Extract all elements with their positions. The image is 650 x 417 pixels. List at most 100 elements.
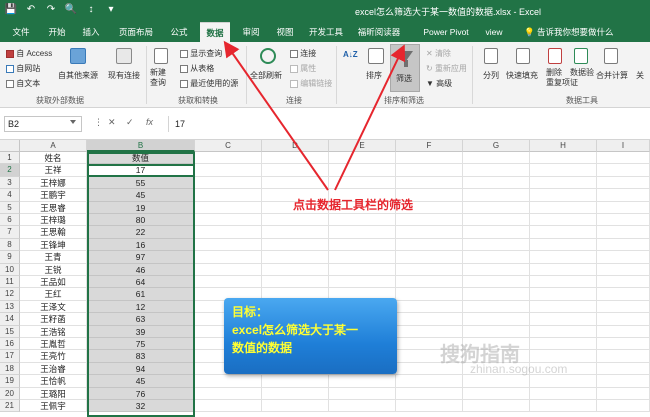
name-cell[interactable]: 王佩宇 xyxy=(20,400,87,413)
row-header[interactable]: 21 xyxy=(0,400,20,413)
empty-cell[interactable] xyxy=(597,164,650,177)
empty-cell[interactable] xyxy=(195,201,262,214)
empty-cell[interactable] xyxy=(463,288,530,301)
empty-cell[interactable] xyxy=(396,387,463,400)
tab-view[interactable]: 视图 xyxy=(272,22,298,42)
empty-cell[interactable] xyxy=(463,201,530,214)
filter-button[interactable]: 筛选 xyxy=(390,44,420,92)
empty-cell[interactable] xyxy=(396,176,463,190)
empty-cell[interactable] xyxy=(597,214,650,227)
name-cell[interactable]: 王恰帆 xyxy=(20,375,87,388)
row-header[interactable]: 14 xyxy=(0,313,20,326)
empty-cell[interactable] xyxy=(530,338,597,351)
empty-cell[interactable] xyxy=(597,300,650,314)
empty-cell[interactable] xyxy=(463,164,530,177)
flash-fill-button[interactable]: 快速填充 xyxy=(506,70,538,81)
empty-cell[interactable] xyxy=(195,387,262,400)
sort-az-icon[interactable]: A↓Z xyxy=(343,50,358,59)
row-header[interactable]: 19 xyxy=(0,375,20,388)
empty-cell[interactable] xyxy=(597,238,650,252)
empty-cell[interactable] xyxy=(463,251,530,264)
other-sources-button[interactable]: 自其他来源 xyxy=(58,70,98,81)
row-header[interactable]: 6 xyxy=(0,214,20,227)
empty-cell[interactable] xyxy=(530,313,597,326)
value-cell[interactable]: 75 xyxy=(87,338,195,351)
empty-cell[interactable] xyxy=(463,276,530,289)
row-header[interactable]: 8 xyxy=(0,238,20,252)
value-cell[interactable]: 83 xyxy=(87,350,195,363)
formula-input[interactable]: 17 xyxy=(168,116,646,132)
empty-cell[interactable] xyxy=(195,164,262,177)
empty-cell[interactable] xyxy=(195,251,262,264)
empty-cell[interactable] xyxy=(262,152,329,165)
row-header[interactable]: 18 xyxy=(0,362,20,376)
empty-cell[interactable] xyxy=(262,251,329,264)
empty-cell[interactable] xyxy=(463,300,530,314)
empty-cell[interactable] xyxy=(195,214,262,227)
empty-cell[interactable] xyxy=(195,152,262,165)
empty-cell[interactable] xyxy=(530,263,597,276)
empty-cell[interactable] xyxy=(463,189,530,202)
undo-icon[interactable]: ↶ xyxy=(24,3,38,17)
value-cell[interactable]: 39 xyxy=(87,325,195,338)
row-header[interactable]: 10 xyxy=(0,263,20,276)
empty-cell[interactable] xyxy=(530,152,597,165)
empty-cell[interactable] xyxy=(262,214,329,227)
empty-cell[interactable] xyxy=(329,226,396,239)
empty-cell[interactable] xyxy=(530,176,597,190)
row-header[interactable]: 15 xyxy=(0,325,20,338)
tab-review[interactable]: 审阅 xyxy=(238,22,264,42)
empty-cell[interactable] xyxy=(530,325,597,338)
empty-cell[interactable] xyxy=(262,276,329,289)
from-web-button[interactable]: 自网站 xyxy=(6,63,40,74)
advanced-filter-button[interactable]: ▼ 高级 xyxy=(426,78,452,89)
empty-cell[interactable] xyxy=(329,400,396,413)
sort-icon[interactable]: ↕ xyxy=(84,3,98,17)
new-query-button[interactable]: 新建 查询 xyxy=(150,68,166,88)
from-table-button[interactable]: 从表格 xyxy=(180,63,214,74)
consolidate-button[interactable]: 合并计算 xyxy=(596,70,628,81)
value-cell[interactable]: 97 xyxy=(87,251,195,264)
name-cell[interactable]: 王鹏宇 xyxy=(20,189,87,202)
empty-cell[interactable] xyxy=(530,400,597,413)
relationships-button[interactable]: 关 xyxy=(636,70,644,81)
row-header[interactable]: 12 xyxy=(0,288,20,301)
empty-cell[interactable] xyxy=(329,176,396,190)
value-cell[interactable]: 76 xyxy=(87,387,195,400)
empty-cell[interactable] xyxy=(195,375,262,388)
empty-cell[interactable] xyxy=(597,263,650,276)
tab-page-layout[interactable]: 页面布局 xyxy=(114,22,158,42)
properties-button[interactable]: 属性 xyxy=(290,63,316,74)
empty-cell[interactable] xyxy=(597,201,650,214)
value-cell[interactable]: 32 xyxy=(87,400,195,413)
empty-cell[interactable] xyxy=(329,375,396,388)
name-cell[interactable]: 王思翰 xyxy=(20,226,87,239)
empty-cell[interactable] xyxy=(463,214,530,227)
empty-cell[interactable] xyxy=(396,226,463,239)
text-to-columns-button[interactable]: 分列 xyxy=(483,70,499,81)
value-cell[interactable]: 63 xyxy=(87,313,195,326)
empty-cell[interactable] xyxy=(396,276,463,289)
tab-foxit-reader[interactable]: 福昕阅读器 xyxy=(354,22,404,42)
empty-cell[interactable] xyxy=(195,263,262,276)
select-all-corner[interactable] xyxy=(0,140,20,152)
empty-cell[interactable] xyxy=(262,263,329,276)
empty-cell[interactable] xyxy=(262,400,329,413)
value-cell[interactable]: 16 xyxy=(87,238,195,252)
data-validation-button[interactable]: 数据验 证 xyxy=(570,68,594,88)
tab-insert[interactable]: 插入 xyxy=(78,22,104,42)
tab-developer[interactable]: 开发工具 xyxy=(306,22,346,42)
name-cell[interactable]: 王浩铭 xyxy=(20,325,87,338)
row-header[interactable]: 1 xyxy=(0,152,20,165)
edit-links-button[interactable]: 编辑链接 xyxy=(290,78,332,89)
empty-cell[interactable] xyxy=(530,201,597,214)
tab-formulas[interactable]: 公式 xyxy=(166,22,192,42)
empty-cell[interactable] xyxy=(396,288,463,301)
empty-cell[interactable] xyxy=(396,164,463,177)
empty-cell[interactable] xyxy=(396,325,463,338)
empty-cell[interactable] xyxy=(463,238,530,252)
name-cell[interactable]: 王红 xyxy=(20,288,87,301)
empty-cell[interactable] xyxy=(396,214,463,227)
empty-cell[interactable] xyxy=(195,276,262,289)
empty-cell[interactable] xyxy=(530,164,597,177)
